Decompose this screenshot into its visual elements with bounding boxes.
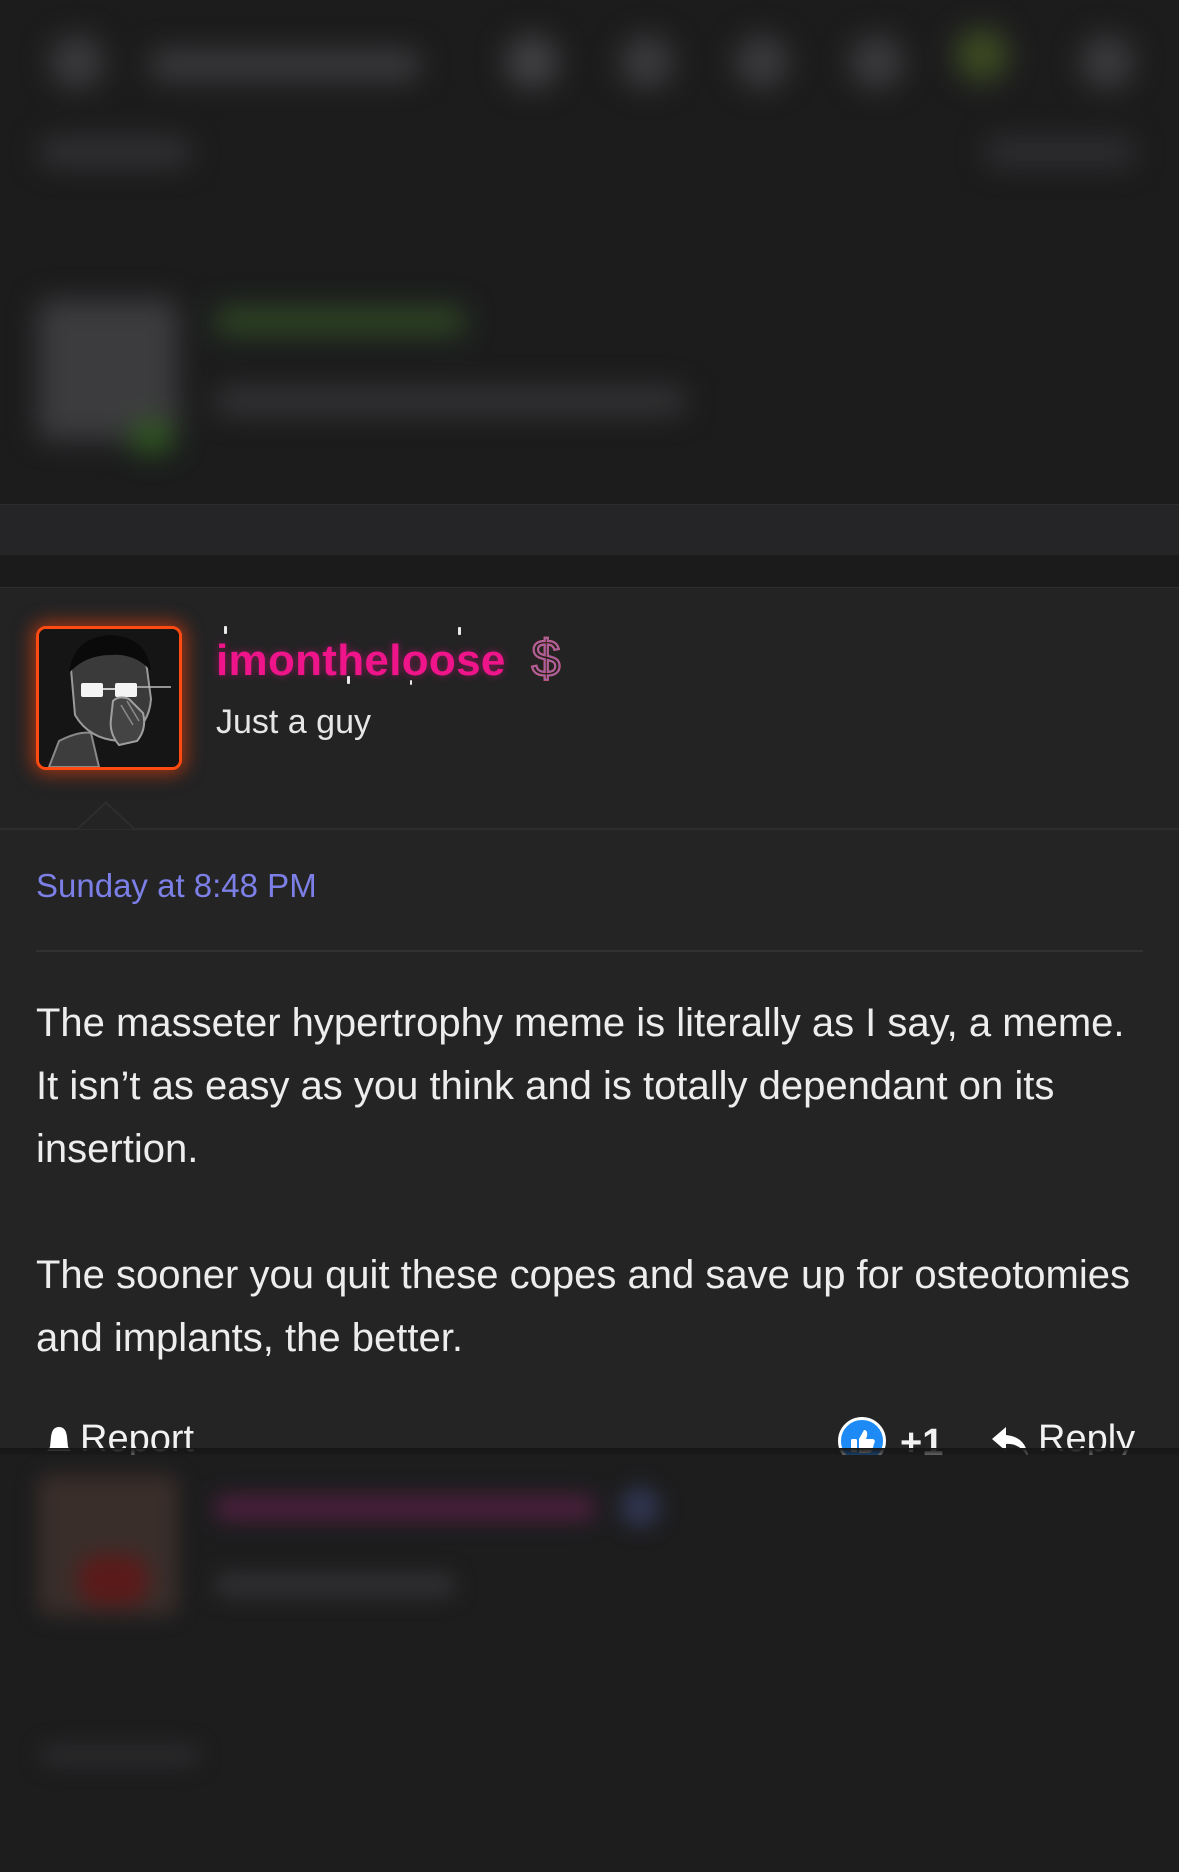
user-title: Just a guy <box>216 703 371 741</box>
post-timestamp-link[interactable]: Sunday at 8:48 PM <box>36 867 317 905</box>
svg-text:$: $ <box>532 630 561 688</box>
section-divider-strip <box>0 504 1179 555</box>
username-link[interactable]: imontheloose <box>216 636 506 686</box>
avatar[interactable] <box>36 626 182 770</box>
post-author-header: imontheloose $ $ Just a guy <box>0 587 1179 829</box>
post-card: imontheloose $ $ Just a guy Sunday at 8:… <box>0 587 1179 1455</box>
blurred-background-bottom <box>0 1455 1179 1872</box>
forum-thread-page: imontheloose $ $ Just a guy Sunday at 8:… <box>0 0 1179 1872</box>
dollar-icon: $ $ <box>530 630 561 689</box>
post-message-body: The masseter hypertrophy meme is literal… <box>36 992 1143 1370</box>
blurred-background-top <box>0 0 1179 555</box>
header-divider <box>0 828 1179 830</box>
message-paragraph: The sooner you quit these copes and save… <box>36 1253 1131 1360</box>
timestamp-divider <box>36 950 1143 952</box>
message-paragraph: The masseter hypertrophy meme is literal… <box>36 1001 1125 1171</box>
blurred-navigation-bar <box>0 0 1179 125</box>
